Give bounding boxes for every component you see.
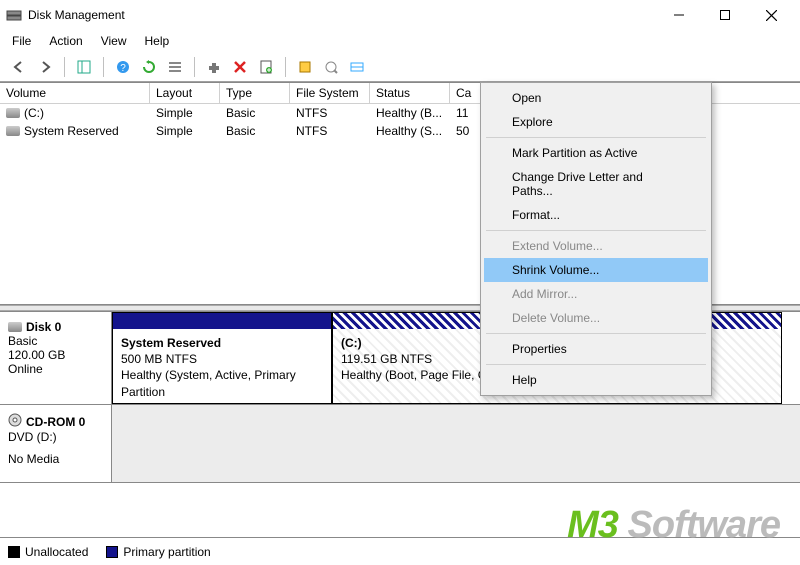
legend-unallocated: Unallocated <box>25 545 88 559</box>
menu-separator <box>486 137 706 138</box>
watermark: M3 Software <box>567 504 780 547</box>
window-title: Disk Management <box>28 8 656 22</box>
menu-separator <box>486 333 706 334</box>
menu-item-extend-volume: Extend Volume... <box>484 234 708 258</box>
show-hide-tree-button[interactable] <box>73 56 95 78</box>
disk-type: Basic <box>8 334 103 348</box>
list-view-button[interactable] <box>164 56 186 78</box>
toolbar: ? <box>0 52 800 82</box>
close-button[interactable] <box>748 0 794 30</box>
disk-row-cdrom: CD-ROM 0 DVD (D:) No Media <box>0 405 800 483</box>
menu-file[interactable]: File <box>4 32 39 50</box>
menu-action[interactable]: Action <box>41 32 90 50</box>
help-button[interactable]: ? <box>112 56 134 78</box>
action1-button[interactable] <box>294 56 316 78</box>
disk-status: Online <box>8 362 103 376</box>
app-icon <box>6 7 22 23</box>
settings-button[interactable] <box>203 56 225 78</box>
action2-button[interactable] <box>320 56 342 78</box>
refresh-button[interactable] <box>138 56 160 78</box>
delete-button[interactable] <box>229 56 251 78</box>
forward-button[interactable] <box>34 56 56 78</box>
menu-view[interactable]: View <box>93 32 135 50</box>
cd-icon <box>8 413 22 430</box>
menu-item-shrink-volume[interactable]: Shrink Volume... <box>484 258 708 282</box>
disk-size: 120.00 GB <box>8 348 103 362</box>
cdrom-status: No Media <box>8 452 103 466</box>
col-fs[interactable]: File System <box>290 83 370 103</box>
menu-item-open[interactable]: Open <box>484 86 708 110</box>
maximize-button[interactable] <box>702 0 748 30</box>
properties-button[interactable] <box>255 56 277 78</box>
legend-primary: Primary partition <box>123 545 210 559</box>
col-volume[interactable]: Volume <box>0 83 150 103</box>
menubar: File Action View Help <box>0 30 800 52</box>
menu-help[interactable]: Help <box>137 32 178 50</box>
partition[interactable]: System Reserved500 MB NTFSHealthy (Syste… <box>112 312 332 404</box>
cdrom-type: DVD (D:) <box>8 430 103 444</box>
disk-info: CD-ROM 0 DVD (D:) No Media <box>0 405 112 482</box>
menu-separator <box>486 230 706 231</box>
action3-button[interactable] <box>346 56 368 78</box>
col-layout[interactable]: Layout <box>150 83 220 103</box>
menu-item-delete-volume: Delete Volume... <box>484 306 708 330</box>
disk-info: Disk 0 Basic 120.00 GB Online <box>0 312 112 404</box>
empty-media[interactable] <box>112 405 800 482</box>
menu-item-change-drive-letter-and-paths[interactable]: Change Drive Letter and Paths... <box>484 165 708 203</box>
menu-separator <box>486 364 706 365</box>
menu-item-help[interactable]: Help <box>484 368 708 392</box>
menu-item-add-mirror: Add Mirror... <box>484 282 708 306</box>
back-button[interactable] <box>8 56 30 78</box>
titlebar: Disk Management <box>0 0 800 30</box>
menu-item-properties[interactable]: Properties <box>484 337 708 361</box>
cdrom-title: CD-ROM 0 <box>26 415 85 429</box>
disk-icon <box>8 322 22 332</box>
menu-item-explore[interactable]: Explore <box>484 110 708 134</box>
disk-title: Disk 0 <box>26 320 61 334</box>
col-status[interactable]: Status <box>370 83 450 103</box>
context-menu: OpenExplore Mark Partition as ActiveChang… <box>480 82 712 396</box>
menu-item-format[interactable]: Format... <box>484 203 708 227</box>
svg-text:?: ? <box>120 63 126 74</box>
col-type[interactable]: Type <box>220 83 290 103</box>
menu-item-mark-partition-as-active[interactable]: Mark Partition as Active <box>484 141 708 165</box>
minimize-button[interactable] <box>656 0 702 30</box>
